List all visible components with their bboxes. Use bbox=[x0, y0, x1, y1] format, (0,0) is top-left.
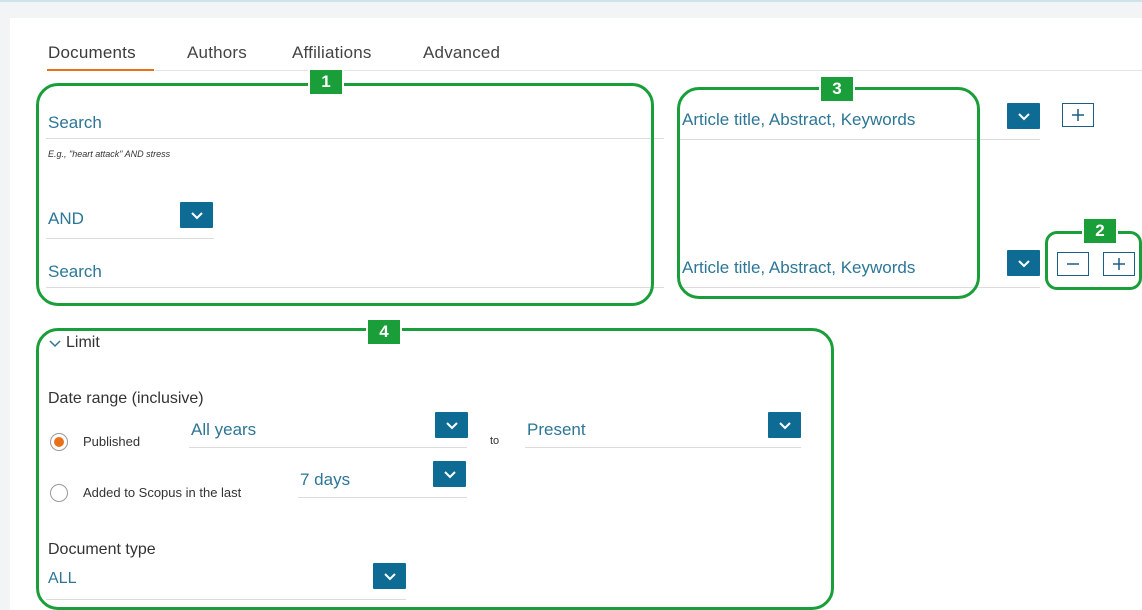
top-border bbox=[0, 0, 1142, 2]
tabs-divider bbox=[155, 70, 1142, 71]
callout-badge-3: 3 bbox=[819, 75, 855, 103]
add-row-button[interactable] bbox=[1062, 103, 1094, 127]
field-select-2-dropdown-button[interactable] bbox=[1007, 250, 1040, 276]
chevron-down-icon bbox=[1017, 112, 1030, 120]
callout-badge-1: 1 bbox=[308, 68, 344, 96]
tab-authors[interactable]: Authors bbox=[187, 43, 247, 63]
chevron-down-icon bbox=[1017, 259, 1030, 267]
active-tab-indicator bbox=[47, 69, 154, 71]
callout-badge-2: 2 bbox=[1082, 217, 1118, 245]
callout-box-4 bbox=[36, 328, 834, 610]
tab-advanced[interactable]: Advanced bbox=[423, 43, 500, 63]
callout-box-1 bbox=[36, 83, 654, 306]
plus-icon bbox=[1072, 109, 1084, 121]
tab-affiliations[interactable]: Affiliations bbox=[292, 43, 372, 63]
field-select-1-dropdown-button[interactable] bbox=[1007, 103, 1040, 129]
callout-box-3 bbox=[677, 87, 980, 299]
tab-documents[interactable]: Documents bbox=[48, 43, 136, 63]
callout-badge-4: 4 bbox=[366, 318, 402, 346]
